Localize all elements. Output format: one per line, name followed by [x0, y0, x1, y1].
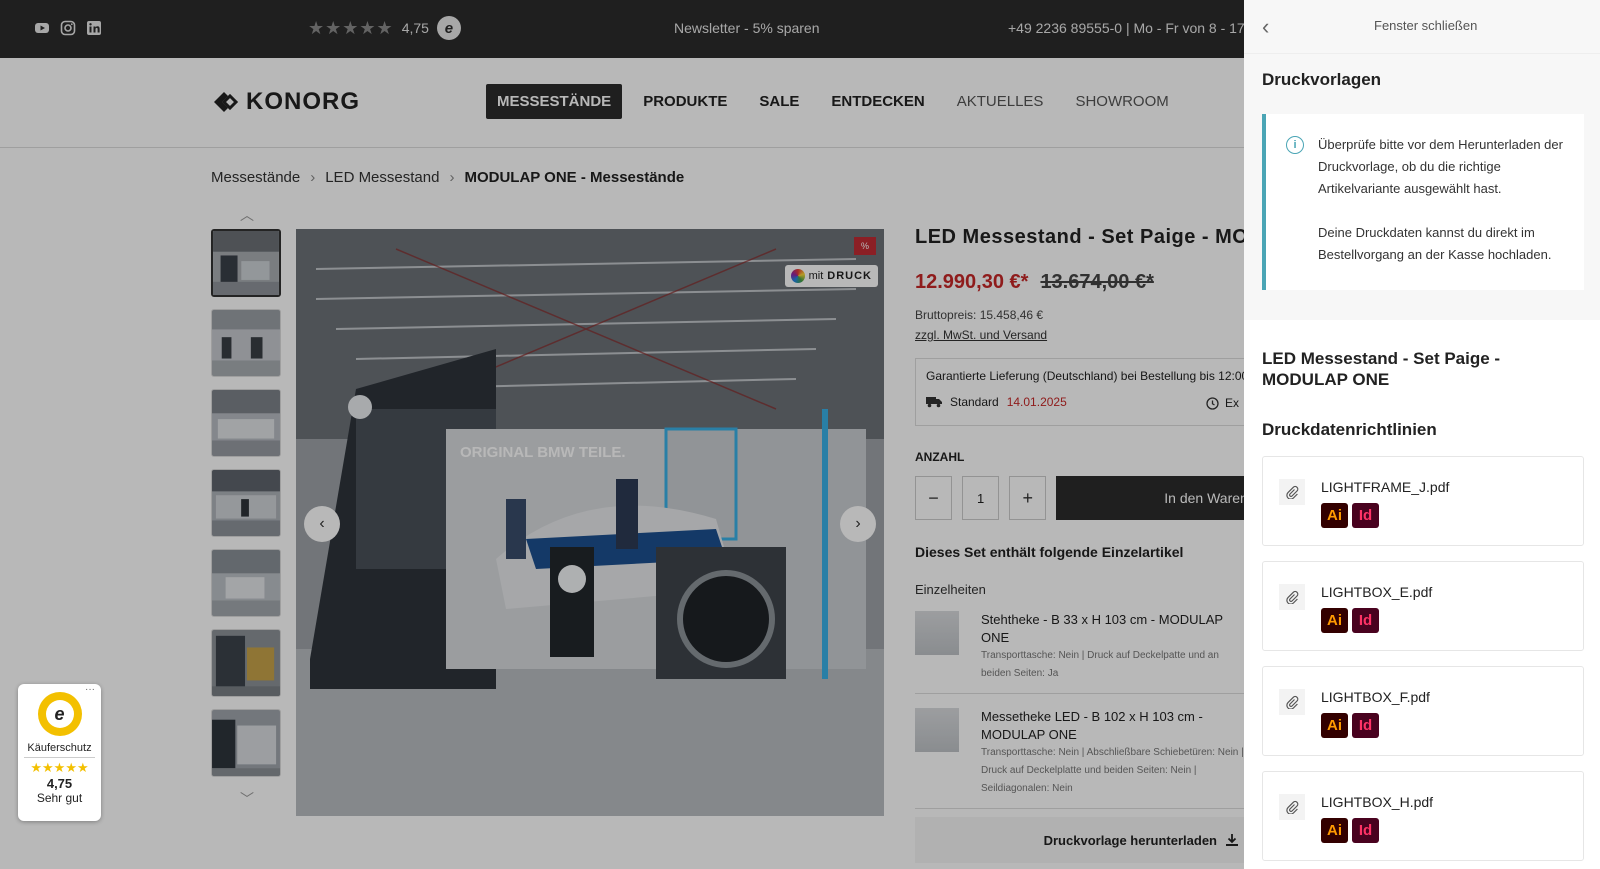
paperclip-icon: [1279, 689, 1305, 715]
file-name[interactable]: LIGHTBOX_H.pdf: [1321, 794, 1433, 810]
panel-product-title: LED Messestand - Set Paige - MODULAP ONE: [1262, 349, 1501, 389]
paperclip-icon: [1279, 479, 1305, 505]
seal-letter: e: [45, 700, 74, 728]
file-item[interactable]: LIGHTFRAME_J.pdf Ai Id: [1262, 456, 1584, 546]
trusted-stars: ★★★★★: [30, 760, 89, 775]
print-templates-panel: ‹ Fenster schließen Druckvorlagen i Über…: [1244, 0, 1600, 869]
file-item[interactable]: LIGHTBOX_F.pdf Ai Id: [1262, 666, 1584, 756]
file-name[interactable]: LIGHTFRAME_J.pdf: [1321, 479, 1449, 495]
info-text-2: Deine Druckdaten kannst du direkt im Bes…: [1318, 225, 1552, 262]
file-name[interactable]: LIGHTBOX_E.pdf: [1321, 584, 1432, 600]
illustrator-icon[interactable]: Ai: [1321, 713, 1348, 738]
panel-lower: LED Messestand - Set Paige - MODULAP ONE…: [1244, 320, 1600, 869]
page-overlay[interactable]: [0, 0, 1244, 869]
file-name[interactable]: LIGHTBOX_F.pdf: [1321, 689, 1430, 705]
paperclip-icon: [1279, 584, 1305, 610]
guidelines-title: Druckdatenrichtlinien: [1262, 420, 1437, 439]
trusted-shops-badge[interactable]: ··· e Käuferschutz ★★★★★ 4,75 Sehr gut: [18, 684, 101, 821]
file-item[interactable]: LIGHTBOX_E.pdf Ai Id: [1262, 561, 1584, 651]
file-item[interactable]: LIGHTBOX_H.pdf Ai Id: [1262, 771, 1584, 861]
indesign-icon[interactable]: Id: [1352, 503, 1379, 528]
indesign-icon[interactable]: Id: [1352, 818, 1379, 843]
back-chevron-icon[interactable]: ‹: [1262, 14, 1269, 40]
trusted-rating-text: Sehr gut: [36, 791, 83, 805]
indesign-icon[interactable]: Id: [1352, 608, 1379, 633]
panel-title: Druckvorlagen: [1262, 70, 1382, 89]
file-format-badges: Ai Id: [1321, 503, 1379, 528]
illustrator-icon[interactable]: Ai: [1321, 503, 1348, 528]
info-text-1: Überprüfe bitte vor dem Herunterladen de…: [1318, 137, 1563, 196]
file-format-badges: Ai Id: [1321, 608, 1379, 633]
illustrator-icon[interactable]: Ai: [1321, 818, 1348, 843]
more-icon[interactable]: ···: [85, 684, 95, 695]
file-list: LIGHTFRAME_J.pdf Ai Id LIGHTBOX_E.pdf Ai…: [1262, 456, 1584, 861]
illustrator-icon[interactable]: Ai: [1321, 608, 1348, 633]
file-format-badges: Ai Id: [1321, 818, 1379, 843]
file-format-badges: Ai Id: [1321, 713, 1379, 738]
indesign-icon[interactable]: Id: [1352, 713, 1379, 738]
trusted-seal-icon: e: [37, 692, 82, 736]
info-icon: i: [1286, 136, 1304, 154]
paperclip-icon: [1279, 794, 1305, 820]
panel-header: ‹ Fenster schließen: [1244, 0, 1600, 54]
trusted-value: 4,75: [46, 776, 73, 791]
buyer-protection-label: Käuferschutz: [24, 742, 95, 758]
info-box: i Überprüfe bitte vor dem Herunterladen …: [1262, 114, 1584, 290]
close-window-button[interactable]: Fenster schließen: [1374, 18, 1477, 33]
